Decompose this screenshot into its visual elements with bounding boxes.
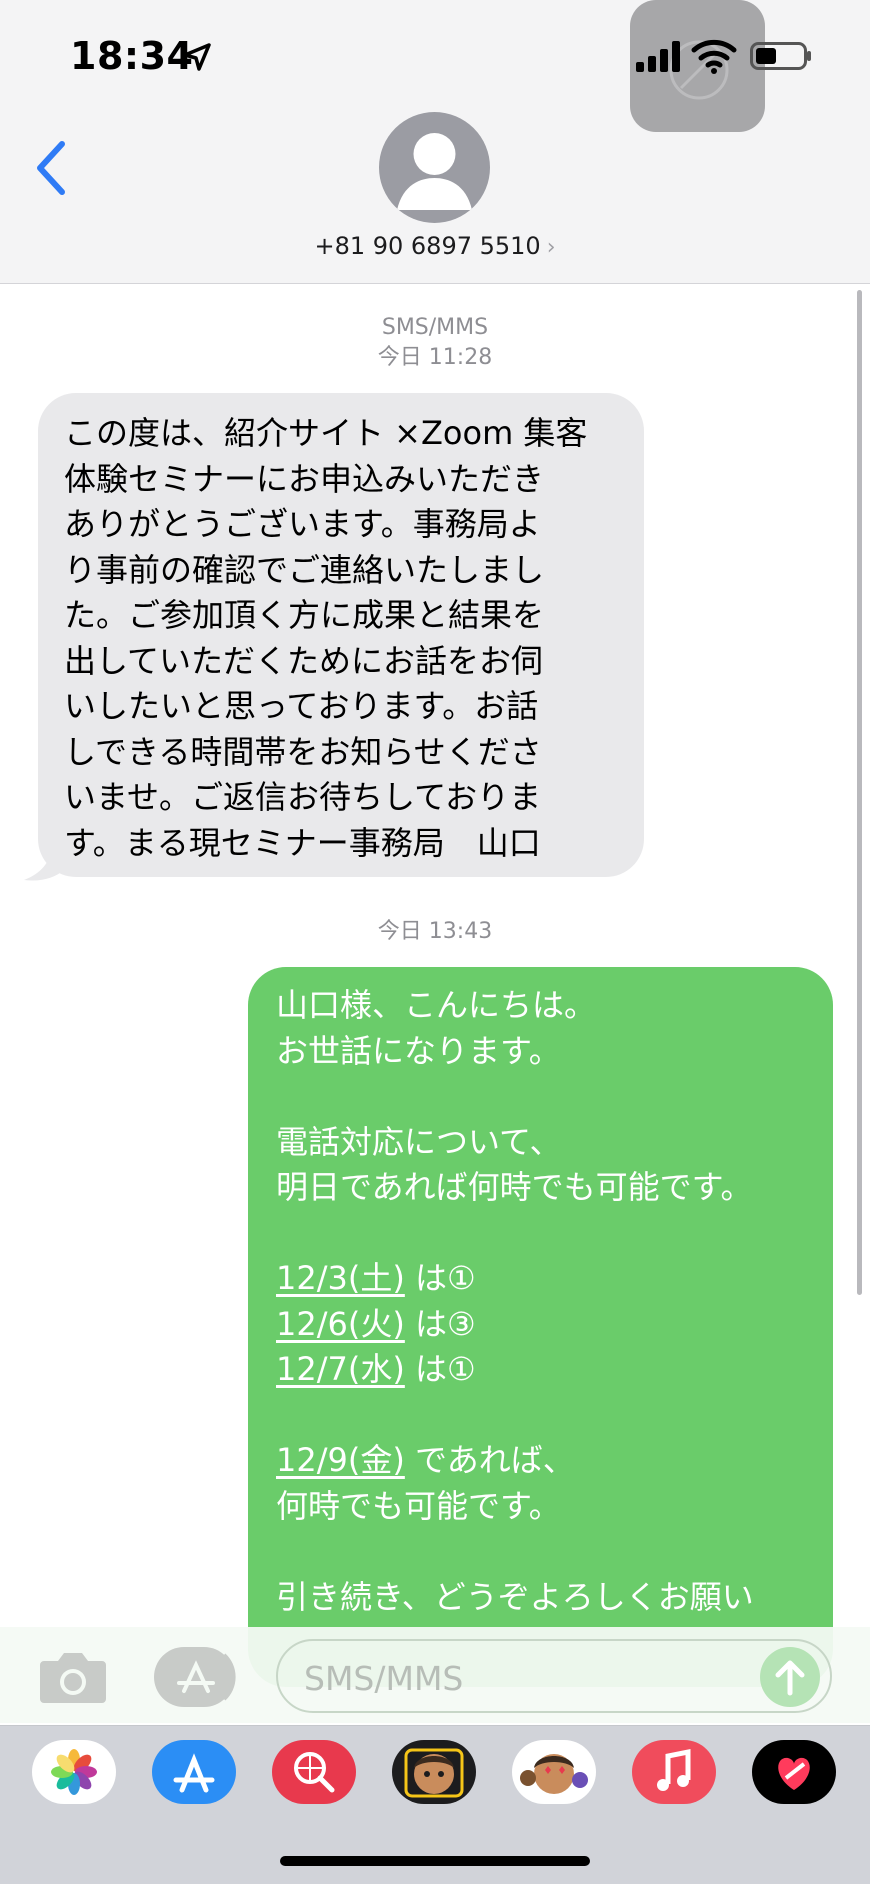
memoji-sticker-app-1[interactable] [392,1740,476,1804]
date-note: は① [415,1259,476,1297]
memoji-sticker-app-2[interactable] [512,1740,596,1804]
app-store-app-icon[interactable] [152,1740,236,1804]
location-arrow-icon [183,43,211,71]
message-input[interactable]: SMS/MMS [276,1639,832,1713]
date-link[interactable]: 12/6(火) [276,1305,405,1343]
date-note: は③ [415,1304,476,1343]
date-line: 12/7(水) は① [276,1347,813,1393]
chevron-right-icon: › [546,235,556,260]
web-search-icon [294,1752,335,1793]
back-chevron-icon[interactable] [30,138,74,198]
wifi-icon [691,39,737,74]
fitness-heart-icon [778,1757,810,1790]
contact-number[interactable]: +81 90 6897 5510 › [0,232,870,260]
message-line: 山口様、こんにちは。 [276,986,597,1024]
date-line: 12/3(土) は① [276,1256,813,1302]
message-line: 何時でも可能です。 [276,1486,561,1525]
timestamp-1: 今日 11:28 [377,345,493,370]
battery-icon [750,42,811,70]
person-icon [397,133,472,210]
message-line: 明日であれば何時でも可能です。 [276,1168,753,1206]
incoming-message-text: この度は、紹介サイト ×Zoom 集客 体験セミナーにお申込みいただき ありがと… [64,414,588,862]
date-note: は① [415,1350,476,1388]
date-line: 12/9(金) であれば、 [276,1438,813,1484]
outgoing-message-bubble[interactable]: 山口様、こんにちは。 お世話になります。 電話対応について、 明日であれば何時で… [248,967,833,1687]
photos-icon [51,1749,97,1795]
message-line: お世話になります。 [276,1031,561,1070]
message-line: 電話対応について、 [276,1122,562,1161]
fitness-app-icon[interactable] [752,1740,836,1804]
date-link[interactable]: 12/3(土) [276,1259,405,1297]
status-time: 18:34 [70,34,194,78]
date-note: であれば、 [415,1441,575,1479]
music-icon [657,1748,691,1791]
web-search-app-icon[interactable] [272,1740,356,1804]
incoming-message-bubble[interactable]: この度は、紹介サイト ×Zoom 集客 体験セミナーにお申込みいただき ありがと… [38,393,644,877]
memoji-1-icon [404,1748,464,1798]
app-store-apps-icon[interactable] [154,1647,238,1707]
contact-avatar[interactable] [379,112,490,223]
cellular-signal-icon [636,41,680,72]
app-store-icon [173,1753,215,1793]
service-label: SMS/MMS [381,315,489,340]
camera-icon[interactable] [38,1649,108,1705]
timestamp-2: 今日 13:43 [377,919,493,944]
date-link[interactable]: 12/9(金) [276,1441,405,1479]
arrow-up-icon [775,1660,805,1696]
date-link[interactable]: 12/7(水) [276,1350,405,1388]
memoji-2-icon [520,1754,588,1794]
message-composer: SMS/MMS [0,1627,870,1723]
message-line: 引き続き、どうぞよろしくお願い [276,1577,754,1616]
send-button[interactable] [760,1647,820,1707]
imessage-app-tray [0,1725,870,1884]
scroll-indicator[interactable] [857,290,862,1295]
date-line: 12/6(火) は③ [276,1302,813,1348]
contact-number-text: +81 90 6897 5510 [314,232,541,260]
music-app-icon[interactable] [632,1740,716,1804]
photos-app-icon[interactable] [32,1740,116,1804]
conversation-header: 18:34 +81 90 6897 5510 › [0,0,870,284]
home-indicator[interactable] [280,1856,590,1866]
